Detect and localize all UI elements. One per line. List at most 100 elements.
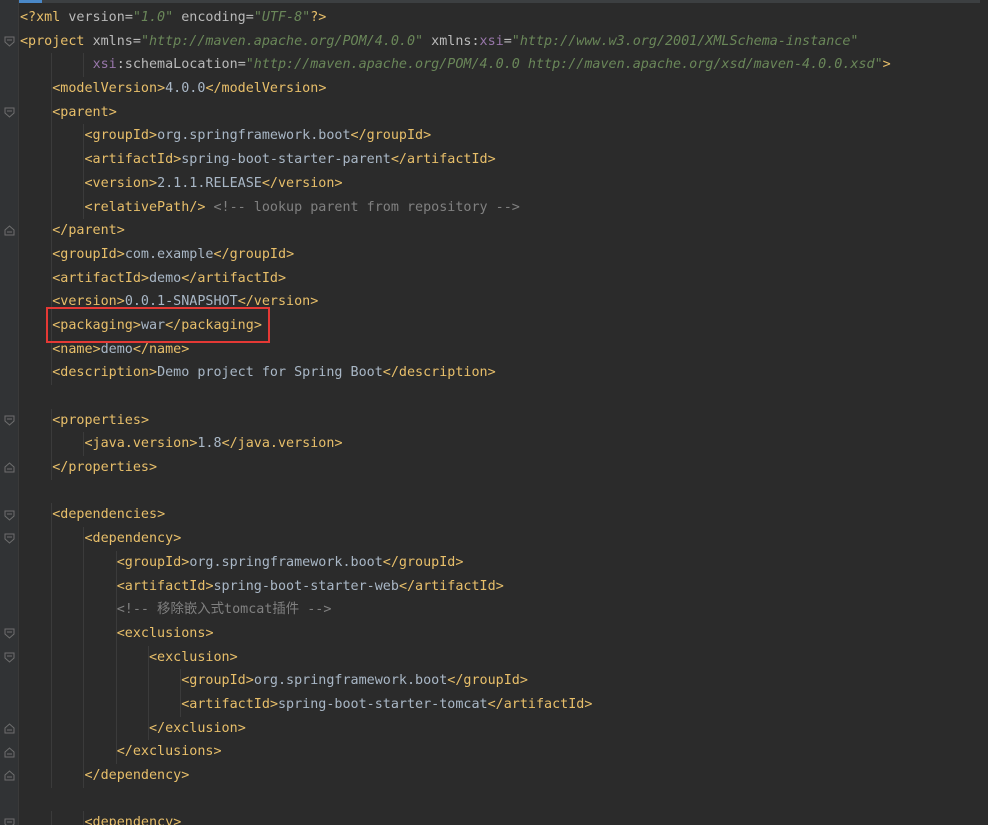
indent-guide bbox=[115, 598, 117, 622]
indent-guide bbox=[51, 645, 53, 670]
code-line[interactable]: <version>2.1.1.RELEASE</version> bbox=[20, 171, 988, 196]
code-line[interactable]: <parent> bbox=[20, 100, 988, 125]
code-line[interactable]: <relativePath/> <!-- lookup parent from … bbox=[20, 195, 988, 220]
indent-guide bbox=[115, 692, 117, 717]
code-line[interactable]: <properties> bbox=[20, 408, 988, 433]
code-line[interactable]: </dependency> bbox=[20, 764, 988, 788]
fold-collapse-icon[interactable] bbox=[4, 36, 15, 47]
indent-guide bbox=[51, 124, 53, 149]
fold-end-icon[interactable] bbox=[4, 747, 15, 758]
code-text: <relativePath/> <!-- lookup parent from … bbox=[84, 199, 520, 215]
fold-collapse-icon[interactable] bbox=[4, 415, 15, 426]
code-text: <?xml version="1.0" encoding="UTF-8"?> bbox=[20, 10, 327, 25]
indent-guide bbox=[83, 550, 85, 575]
code-line[interactable]: <name>demo</name> bbox=[20, 337, 988, 362]
code-area[interactable]: <?xml version="1.0" encoding="UTF-8"?> <p… bbox=[20, 6, 988, 825]
indent-guide bbox=[51, 171, 53, 196]
code-text: <project xmlns="http://maven.apache.org/… bbox=[20, 33, 859, 49]
code-text: <artifactId>spring-boot-starter-tomcat</… bbox=[181, 696, 593, 712]
indent-guide bbox=[51, 219, 53, 243]
code-text: xsi:schemaLocation="http://maven.apache.… bbox=[92, 57, 891, 73]
indent-guide bbox=[180, 669, 181, 693]
code-line[interactable]: <groupId>org.springframework.boot</group… bbox=[20, 124, 988, 149]
indent-guide bbox=[51, 313, 53, 338]
code-line[interactable]: <groupId>org.springframework.boot</group… bbox=[20, 550, 988, 575]
indent-guide bbox=[51, 740, 53, 764]
code-text: <description>Demo project for Spring Boo… bbox=[52, 365, 496, 381]
code-text: <dependencies> bbox=[52, 507, 166, 523]
code-line[interactable]: <dependency> bbox=[20, 811, 988, 825]
indent-guide bbox=[83, 740, 85, 764]
code-line[interactable]: <project xmlns="http://maven.apache.org/… bbox=[20, 30, 988, 54]
indent-guide bbox=[51, 550, 53, 575]
code-line[interactable]: <artifactId>demo</artifactId> bbox=[20, 266, 988, 291]
code-text: <modelVersion>4.0.0</modelVersion> bbox=[52, 81, 327, 97]
code-line[interactable]: </parent> bbox=[20, 219, 988, 243]
code-line-packaging[interactable]: <packaging>war</packaging> bbox=[20, 313, 988, 338]
code-line[interactable] bbox=[20, 788, 988, 812]
code-line[interactable]: <dependencies> bbox=[20, 503, 988, 528]
indent-guide bbox=[83, 764, 85, 788]
indent-guide bbox=[83, 811, 85, 825]
code-text: </dependency> bbox=[84, 768, 190, 783]
fold-collapse-icon[interactable] bbox=[4, 628, 15, 639]
fold-end-icon[interactable] bbox=[4, 225, 15, 236]
code-text: <properties> bbox=[52, 412, 149, 428]
indent-guide bbox=[83, 645, 85, 670]
editor-gutter[interactable] bbox=[0, 0, 19, 825]
code-line[interactable]: <version>0.0.1-SNAPSHOT</version> bbox=[20, 290, 988, 314]
code-line[interactable] bbox=[20, 385, 988, 409]
code-line[interactable]: </exclusion> bbox=[20, 716, 988, 741]
indent-guide bbox=[147, 669, 149, 693]
code-text: <groupId>com.example</groupId> bbox=[52, 246, 295, 262]
code-line[interactable]: </exclusions> bbox=[20, 740, 988, 764]
indent-guide bbox=[51, 811, 53, 825]
indent-guide bbox=[115, 740, 117, 764]
indent-guide bbox=[51, 574, 53, 599]
code-line[interactable] bbox=[20, 480, 988, 504]
code-text: <exclusion> bbox=[149, 649, 238, 665]
code-text: </exclusion> bbox=[149, 720, 246, 736]
fold-collapse-icon[interactable] bbox=[4, 107, 15, 118]
indent-guide bbox=[115, 669, 117, 693]
code-line[interactable]: <!-- 移除嵌入式tomcat插件 --> bbox=[20, 598, 988, 622]
fold-end-icon[interactable] bbox=[4, 462, 15, 473]
fold-end-icon[interactable] bbox=[4, 723, 15, 734]
indent-guide bbox=[115, 645, 117, 670]
code-editor[interactable]: <?xml version="1.0" encoding="UTF-8"?> <p… bbox=[0, 0, 988, 825]
code-line[interactable]: <modelVersion>4.0.0</modelVersion> bbox=[20, 77, 988, 101]
code-line[interactable]: <artifactId>spring-boot-starter-web</art… bbox=[20, 574, 988, 599]
indent-guide bbox=[180, 692, 181, 717]
code-line[interactable]: <groupId>org.springframework.boot</group… bbox=[20, 669, 988, 693]
code-text: <version>2.1.1.RELEASE</version> bbox=[84, 175, 343, 191]
code-text: </parent> bbox=[52, 223, 125, 239]
code-line[interactable]: <exclusions> bbox=[20, 621, 988, 646]
code-line[interactable]: <artifactId>spring-boot-starter-parent</… bbox=[20, 148, 988, 172]
code-line[interactable]: <description>Demo project for Spring Boo… bbox=[20, 361, 988, 385]
indent-guide bbox=[115, 716, 117, 741]
code-line[interactable]: <artifactId>spring-boot-starter-tomcat</… bbox=[20, 692, 988, 717]
code-line[interactable]: <groupId>com.example</groupId> bbox=[20, 242, 988, 267]
indent-guide bbox=[51, 195, 53, 220]
indent-guide bbox=[51, 527, 53, 551]
indent-guide bbox=[51, 77, 53, 101]
code-line[interactable]: <?xml version="1.0" encoding="UTF-8"?> bbox=[20, 6, 988, 30]
code-line[interactable]: <dependency> bbox=[20, 527, 988, 551]
code-line[interactable]: <exclusion> bbox=[20, 645, 988, 670]
code-text: <parent> bbox=[52, 104, 117, 120]
code-text: <dependency> bbox=[84, 815, 182, 825]
code-line[interactable]: <java.version>1.8</java.version> bbox=[20, 432, 988, 457]
indent-guide bbox=[51, 503, 53, 528]
code-line[interactable]: </properties> bbox=[20, 456, 988, 480]
code-line[interactable]: xsi:schemaLocation="http://maven.apache.… bbox=[20, 53, 988, 78]
code-text: <artifactId>spring-boot-starter-parent</… bbox=[84, 152, 496, 168]
indent-guide bbox=[51, 692, 53, 717]
fold-collapse-icon[interactable] bbox=[4, 818, 15, 825]
code-text: <artifactId>spring-boot-starter-web</art… bbox=[116, 578, 504, 594]
fold-end-icon[interactable] bbox=[4, 770, 15, 781]
fold-collapse-icon[interactable] bbox=[4, 510, 15, 521]
fold-collapse-icon[interactable] bbox=[4, 652, 15, 663]
code-text: <!-- 移除嵌入式tomcat插件 --> bbox=[116, 602, 332, 618]
fold-collapse-icon[interactable] bbox=[4, 533, 15, 545]
vertical-scrollbar[interactable] bbox=[980, 0, 988, 825]
